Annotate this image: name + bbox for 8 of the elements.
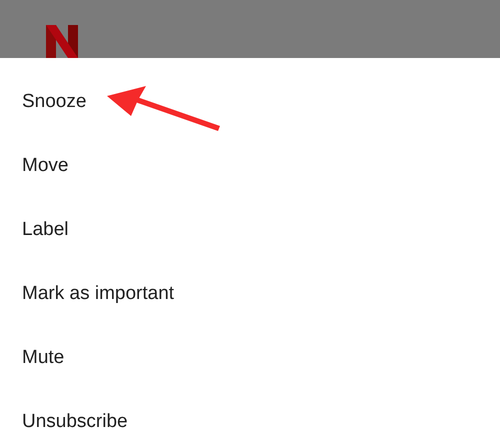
menu-item[interactable]: Unsubscribe (0, 390, 500, 445)
logo-icon (46, 25, 79, 58)
arrow-icon (105, 86, 221, 134)
menu-item[interactable]: Mark as important (0, 262, 500, 326)
menu-item[interactable]: Label (0, 198, 500, 262)
menu-item[interactable]: Mute (0, 326, 500, 390)
menu-item[interactable]: Move (0, 134, 500, 198)
menu-item[interactable]: Snooze (0, 70, 500, 134)
